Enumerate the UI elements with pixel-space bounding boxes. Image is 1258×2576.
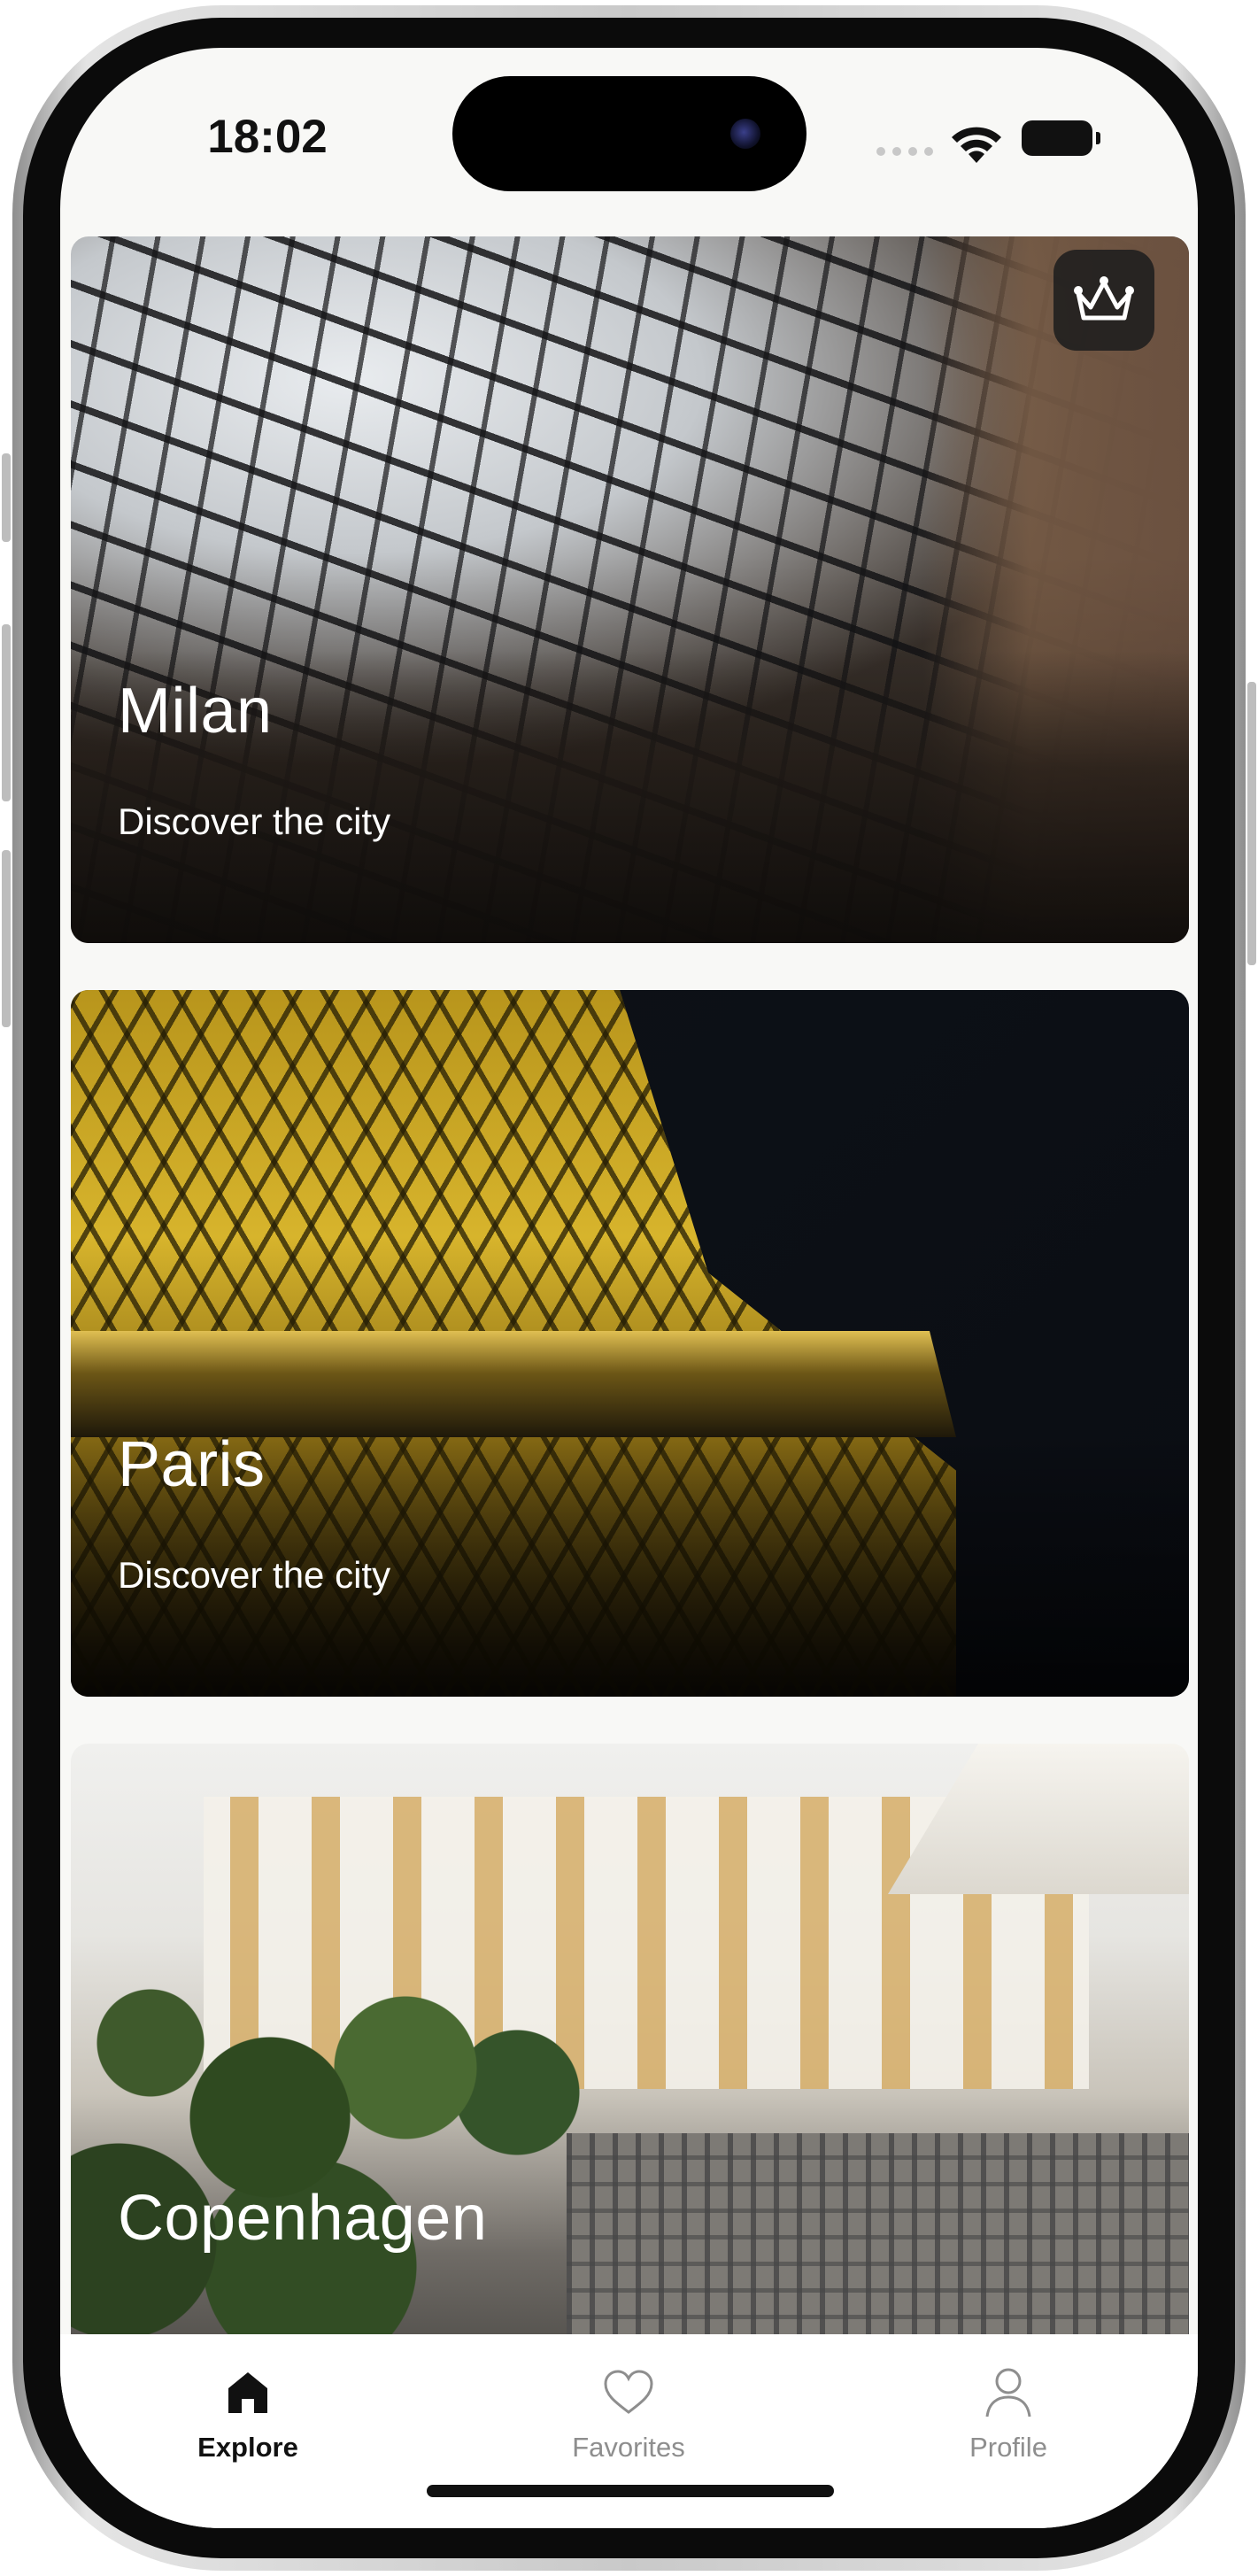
tab-label: Profile [969, 2432, 1047, 2463]
dynamic-island [452, 76, 807, 191]
city-card-milan[interactable]: Milan Discover the city [71, 236, 1189, 943]
heart-icon [604, 2370, 653, 2414]
crown-icon [1074, 276, 1134, 321]
side-button-action [2, 453, 11, 542]
tab-label: Favorites [572, 2432, 685, 2463]
side-button-volume-up [2, 624, 11, 801]
card-title: Paris [118, 1429, 266, 1500]
wifi-icon [952, 127, 1001, 163]
premium-button[interactable] [1053, 250, 1154, 351]
tab-favorites[interactable]: Favorites [513, 2361, 744, 2464]
side-button-power [1247, 682, 1256, 965]
home-indicator[interactable] [427, 2485, 834, 2497]
tab-label: Explore [197, 2432, 298, 2463]
city-card-copenhagen[interactable]: Copenhagen [71, 1744, 1189, 2381]
tab-bar: Explore Favorites Profile [60, 2334, 1198, 2528]
card-subtitle: Discover the city [118, 801, 391, 842]
tab-explore[interactable]: Explore [133, 2361, 363, 2464]
house-icon [228, 2372, 267, 2413]
card-title: Milan [118, 676, 273, 746]
side-button-volume-down [2, 850, 11, 1027]
camera-icon [730, 119, 760, 149]
tab-profile[interactable]: Profile [893, 2361, 1123, 2464]
card-subtitle: Discover the city [118, 1554, 391, 1596]
card-title: Copenhagen [118, 2183, 488, 2254]
cellular-signal-icon [876, 147, 933, 156]
city-card-paris[interactable]: Paris Discover the city [71, 990, 1189, 1697]
app-screen: 18:02 Milan Discover the city Paris Disc… [60, 48, 1198, 2528]
battery-icon [1022, 120, 1100, 156]
person-icon [985, 2368, 1031, 2417]
status-time: 18:02 [207, 111, 328, 163]
